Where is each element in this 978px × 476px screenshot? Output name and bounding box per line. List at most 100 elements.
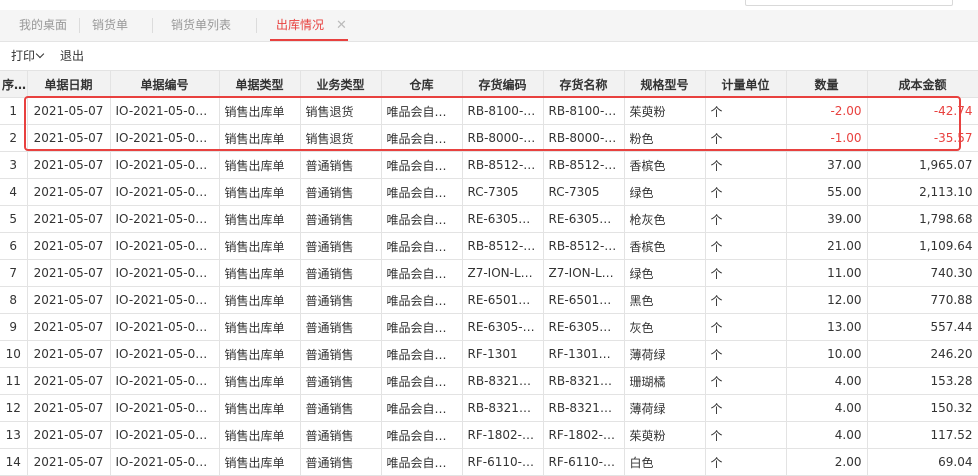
cell-cost: 1,109.64 (867, 232, 978, 260)
tab-my-desktop[interactable]: 我的桌面 (19, 10, 67, 41)
col-header-date[interactable]: 单据日期 (27, 70, 111, 98)
table-row[interactable]: 8 2021-05-07 IO-2021-05-00… 销售出库单 普通销售 唯品会自… R… (0, 286, 978, 314)
col-header-sku-name[interactable]: 存货名称 (543, 70, 625, 98)
cell-sku-code: RB-8100-… (462, 97, 544, 125)
cell-spec: 灰色 (624, 313, 706, 341)
exit-button[interactable]: 退出 (60, 47, 84, 64)
cell-doc-type: 销售出库单 (219, 124, 301, 152)
tab-sales-order-list[interactable]: 销货单列表 (171, 10, 231, 41)
table-row[interactable]: 13 2021-05-07 IO-2021-05-00… 销售出库单 普通销售 唯品会自…… (0, 421, 978, 449)
cell-doc-type: 销售出库单 (219, 232, 301, 260)
table-row[interactable]: 11 2021-05-07 IO-2021-05-00… 销售出库单 普通销售 唯品会自…… (0, 367, 978, 395)
cell-unit: 个 (705, 394, 787, 422)
table-row[interactable]: 4 2021-05-07 IO-2021-05-00… 销售出库单 普通销售 唯品会自… R… (0, 178, 978, 206)
cell-unit: 个 (705, 340, 787, 368)
cell-date: 2021-05-07 (27, 421, 111, 449)
cell-unit: 个 (705, 205, 787, 233)
col-header-unit[interactable]: 计量单位 (705, 70, 787, 98)
cell-index: 9 (0, 313, 28, 341)
col-header-biz-type[interactable]: 业务类型 (300, 70, 382, 98)
cell-sku-code: RF-6110-… (462, 448, 544, 476)
cell-doc-type: 销售出库单 (219, 286, 301, 314)
cell-cost: 150.32 (867, 394, 978, 422)
cell-warehouse: 唯品会自… (381, 232, 463, 260)
cell-index: 14 (0, 448, 28, 476)
cell-index: 10 (0, 340, 28, 368)
table-row[interactable]: 3 2021-05-07 IO-2021-05-00… 销售出库单 普通销售 唯品会自… R… (0, 151, 978, 179)
cell-doc-type: 销售出库单 (219, 259, 301, 287)
tab-sales-order[interactable]: 销货单 (92, 10, 128, 41)
cell-index: 5 (0, 205, 28, 233)
cell-doc-no: IO-2021-05-00… (110, 97, 220, 125)
cell-date: 2021-05-07 (27, 178, 111, 206)
cell-sku-code: RC-7305 (462, 178, 544, 206)
cell-unit: 个 (705, 232, 787, 260)
cell-doc-no: IO-2021-05-00… (110, 205, 220, 233)
cell-warehouse: 唯品会自… (381, 421, 463, 449)
cell-qty: 21.00 (786, 232, 868, 260)
cell-cost: 2,113.10 (867, 178, 978, 206)
cell-biz-type: 普通销售 (300, 367, 382, 395)
cell-sku-name: RF-1802-F… (543, 421, 625, 449)
cell-doc-no: IO-2021-05-00… (110, 394, 220, 422)
cell-biz-type: 普通销售 (300, 448, 382, 476)
col-header-qty[interactable]: 数量 (786, 70, 868, 98)
print-button[interactable]: 打印 (11, 47, 45, 64)
cell-spec: 香槟色 (624, 232, 706, 260)
cell-unit: 个 (705, 313, 787, 341)
table-row[interactable]: 6 2021-05-07 IO-2021-05-00… 销售出库单 普通销售 唯品会自… R… (0, 232, 978, 260)
cell-date: 2021-05-07 (27, 205, 111, 233)
tab-divider (79, 18, 80, 33)
close-icon[interactable]: ✕ (336, 10, 347, 41)
table-row[interactable]: 9 2021-05-07 IO-2021-05-00… 销售出库单 普通销售 唯品会自… R… (0, 313, 978, 341)
cell-index: 6 (0, 232, 28, 260)
col-header-doc-type[interactable]: 单据类型 (219, 70, 301, 98)
cell-date: 2021-05-07 (27, 394, 111, 422)
cell-qty: 10.00 (786, 340, 868, 368)
cell-spec: 绿色 (624, 259, 706, 287)
cell-biz-type: 普通销售 (300, 313, 382, 341)
cell-spec: 茱萸粉 (624, 97, 706, 125)
cell-cost: -35.57 (867, 124, 978, 152)
cell-doc-no: IO-2021-05-00… (110, 421, 220, 449)
col-header-index[interactable]: 序号 (0, 70, 28, 98)
table-row[interactable]: 1 2021-05-07 IO-2021-05-00… 销售出库单 销售退货 唯品会自… R… (0, 97, 978, 125)
cell-biz-type: 普通销售 (300, 151, 382, 179)
cell-biz-type: 销售退货 (300, 97, 382, 125)
cell-unit: 个 (705, 151, 787, 179)
col-header-warehouse[interactable]: 仓库 (381, 70, 463, 98)
cell-biz-type: 普通销售 (300, 286, 382, 314)
col-header-spec[interactable]: 规格型号 (624, 70, 706, 98)
cell-doc-no: IO-2021-05-00… (110, 151, 220, 179)
cell-sku-code: RB-8512-… (462, 151, 544, 179)
cell-warehouse: 唯品会自… (381, 340, 463, 368)
cell-sku-name: RB-8100-… (543, 97, 625, 125)
col-header-doc-no[interactable]: 单据编号 (110, 70, 220, 98)
tab-outbound-status[interactable]: 出库情况 (270, 10, 349, 41)
tab-divider (152, 18, 153, 33)
cell-spec: 黑色 (624, 286, 706, 314)
cell-cost: 117.52 (867, 421, 978, 449)
cell-sku-code: RE-6305-HS (462, 313, 544, 341)
table-row[interactable]: 14 2021-05-07 IO-2021-05-00… 销售出库单 普通销售 唯品会自…… (0, 448, 978, 476)
cell-qty: 11.00 (786, 259, 868, 287)
toolbar: 打印 退出 (0, 41, 978, 69)
table-row[interactable]: 10 2021-05-07 IO-2021-05-00… 销售出库单 普通销售 唯品会自…… (0, 340, 978, 368)
table-row[interactable]: 7 2021-05-07 IO-2021-05-00… 销售出库单 普通销售 唯品会自… Z… (0, 259, 978, 287)
cell-doc-no: IO-2021-05-00… (110, 259, 220, 287)
table-row[interactable]: 2 2021-05-07 IO-2021-05-00… 销售出库单 销售退货 唯品会自… R… (0, 124, 978, 152)
cell-cost: 246.20 (867, 340, 978, 368)
cell-cost: 69.04 (867, 448, 978, 476)
table-row[interactable]: 5 2021-05-07 IO-2021-05-00… 销售出库单 普通销售 唯品会自… R… (0, 205, 978, 233)
cell-doc-type: 销售出库单 (219, 394, 301, 422)
cell-spec: 香槟色 (624, 151, 706, 179)
cell-warehouse: 唯品会自… (381, 286, 463, 314)
table-row[interactable]: 12 2021-05-07 IO-2021-05-00… 销售出库单 普通销售 唯品会自…… (0, 394, 978, 422)
cell-warehouse: 唯品会自… (381, 178, 463, 206)
cell-doc-type: 销售出库单 (219, 421, 301, 449)
col-header-cost[interactable]: 成本金额 (867, 70, 978, 98)
top-search-box[interactable] (745, 0, 953, 6)
col-header-sku-code[interactable]: 存货编码 (462, 70, 544, 98)
cell-cost: 740.30 (867, 259, 978, 287)
cell-date: 2021-05-07 (27, 313, 111, 341)
